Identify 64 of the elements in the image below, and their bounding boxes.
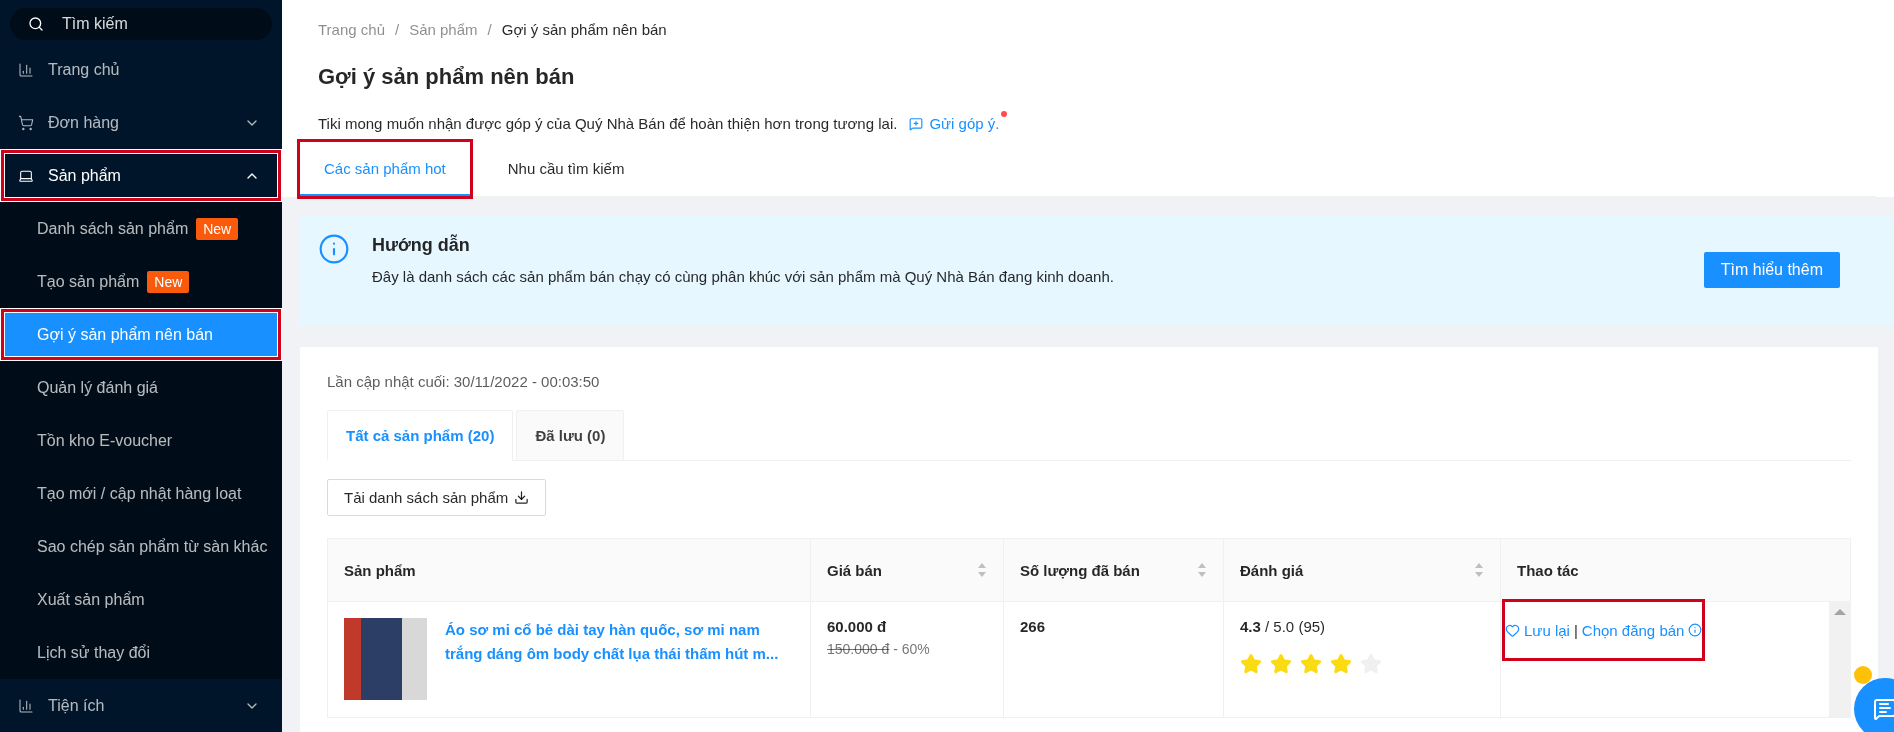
submenu-item[interactable]: Xuất sản phẩm bbox=[0, 573, 282, 626]
description-text: Tiki mong muốn nhận được góp ý của Quý Nhà Bán để hoàn thiện hơn trong tương lai. bbox=[318, 115, 898, 132]
sidebar-item[interactable]: Đơn hàng bbox=[0, 96, 282, 149]
heart-icon bbox=[1505, 622, 1520, 638]
rating-text: 4.3 / 5.0 (95) bbox=[1240, 618, 1326, 635]
star-icon bbox=[1300, 653, 1322, 675]
submenu-item[interactable]: Tồn kho E-voucher bbox=[0, 414, 282, 467]
sidebar-item[interactable]: Trang chủ bbox=[0, 43, 282, 96]
search-icon bbox=[28, 16, 44, 32]
column-title: Sản phẩm bbox=[344, 561, 416, 579]
feedback-icon bbox=[909, 116, 924, 131]
star-icon bbox=[1330, 653, 1352, 675]
page-title: Gợi ý sản phẩm nên bán bbox=[317, 63, 576, 91]
submenu-label: Danh sách sản phẩm bbox=[37, 219, 189, 238]
submenu-label: Gợi ý sản phẩm nên bán bbox=[37, 325, 213, 344]
submenu-label: Tồn kho E-voucher bbox=[37, 431, 173, 450]
column-title: Số lượng đã bán bbox=[1020, 561, 1140, 579]
guide-text: Đây là danh sách các sản phẩm bán chạy có cùng phân khúc với sản phẩm mà Quý Nhà Bán đang kinh doanh. bbox=[372, 268, 1115, 285]
submenu-item[interactable]: Danh sách sản phẩm New bbox=[0, 202, 282, 255]
new-badge: New bbox=[147, 270, 190, 293]
submenu-label: Tạo sản phẩm bbox=[37, 272, 140, 291]
scroll-up-icon[interactable] bbox=[1834, 609, 1846, 615]
breadcrumb-separator: / bbox=[487, 20, 492, 38]
sidebar-item[interactable]: Tiện ích bbox=[0, 679, 282, 732]
price-text: 60.000 đ bbox=[827, 618, 888, 635]
search-field[interactable]: Tìm kiếm bbox=[10, 8, 272, 40]
submenu-item[interactable]: Lịch sử thay đổi bbox=[0, 626, 282, 679]
breadcrumb-separator: / bbox=[395, 20, 400, 38]
sort-icon[interactable] bbox=[1474, 562, 1484, 578]
action-separator: | bbox=[1573, 621, 1578, 639]
submenu-label: Sao chép sản phẩm từ sàn khác bbox=[37, 537, 268, 556]
breadcrumb-item: Gợi ý sản phẩm nên bán bbox=[501, 20, 667, 38]
download-button[interactable]: Tải danh sách sản phẩm bbox=[327, 479, 547, 516]
sort-icon[interactable] bbox=[1197, 562, 1207, 578]
scrollbar[interactable] bbox=[1829, 601, 1851, 717]
submenu-label: Quản lý đánh giá bbox=[37, 378, 158, 397]
info-icon bbox=[1688, 623, 1703, 637]
submenu-item[interactable]: Tạo mới / cập nhật hàng loạt bbox=[0, 467, 282, 520]
info-icon bbox=[318, 233, 350, 265]
star-icon bbox=[1240, 653, 1262, 675]
card-tab[interactable]: Đã lưu (0) bbox=[516, 410, 625, 461]
message-icon bbox=[1873, 697, 1894, 721]
sort-icon[interactable] bbox=[977, 562, 987, 578]
old-price-text: 150.000 đ - 60% bbox=[827, 641, 931, 657]
submenu-label: Lịch sử thay đổi bbox=[37, 643, 150, 662]
column-title: Đánh giá bbox=[1240, 561, 1304, 579]
last-updated-text: Lần cập nhật cuối: 30/11/2022 - 00:03:50 bbox=[327, 373, 601, 390]
star-icon bbox=[1270, 653, 1292, 675]
submenu-item[interactable]: Tạo sản phẩm New bbox=[0, 255, 282, 308]
submenu-item[interactable]: Sao chép sản phẩm từ sàn khác bbox=[0, 520, 282, 573]
submenu-label: Tạo mới / cập nhật hàng loạt bbox=[37, 484, 242, 503]
download-icon bbox=[514, 490, 530, 505]
submenu-item[interactable]: Quản lý đánh giá bbox=[0, 361, 282, 414]
column-title: Giá bán bbox=[827, 561, 882, 579]
sold-count: 266 bbox=[1020, 618, 1046, 635]
bar-chart-icon bbox=[18, 61, 34, 78]
new-badge: New bbox=[196, 217, 239, 240]
bar-chart-icon bbox=[18, 697, 34, 714]
column-title: Thao tác bbox=[1517, 561, 1579, 579]
submenu-label: Xuất sản phẩm bbox=[37, 590, 145, 609]
sidebar-item[interactable]: Sản phẩm bbox=[0, 149, 282, 202]
cart-icon bbox=[18, 114, 34, 131]
guide-title: Hướng dẫn bbox=[372, 235, 471, 256]
page-tab[interactable]: Nhu cầu tìm kiếm bbox=[483, 142, 649, 196]
